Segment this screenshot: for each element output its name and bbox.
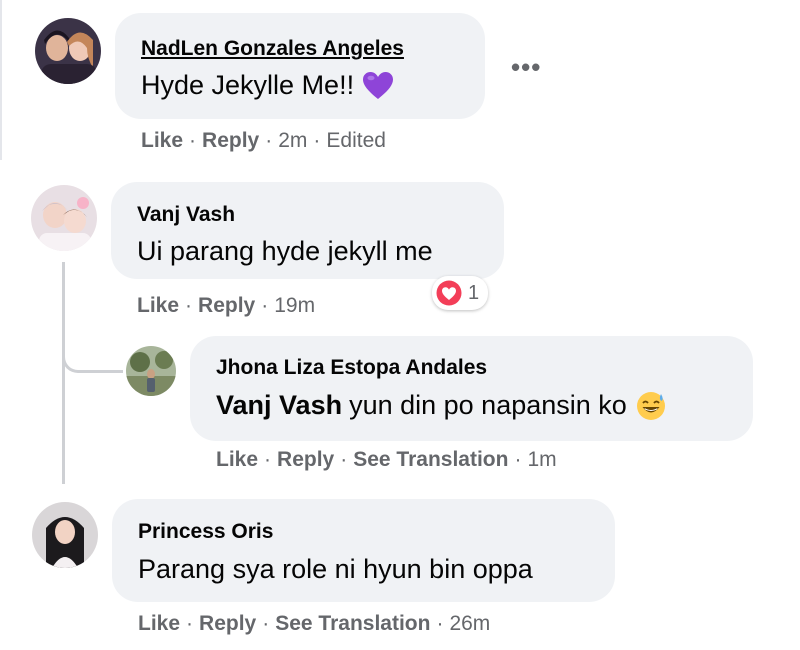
- more-options-button[interactable]: •••: [511, 52, 541, 83]
- reply-button[interactable]: Reply: [202, 129, 259, 153]
- comment-actions: Like · Reply · 2m · Edited: [141, 129, 386, 153]
- separator: ·: [264, 448, 272, 471]
- avatar[interactable]: [32, 502, 98, 568]
- comment-text-content: Hyde Jekylle Me!!: [141, 70, 355, 100]
- avatar[interactable]: [126, 346, 176, 396]
- separator: ·: [262, 612, 270, 635]
- like-button[interactable]: Like: [216, 448, 258, 472]
- grinning-sweat-icon: [636, 391, 666, 421]
- mention-link[interactable]: Vanj Vash: [216, 390, 342, 421]
- timestamp[interactable]: 2m: [278, 129, 307, 153]
- thread-line: [62, 262, 65, 484]
- reaction-count: 1: [468, 281, 480, 304]
- avatar[interactable]: [35, 18, 101, 84]
- separator: ·: [313, 129, 321, 152]
- comment-author[interactable]: Vanj Vash: [137, 203, 235, 227]
- separator: ·: [514, 448, 522, 471]
- separator: ·: [436, 612, 444, 635]
- love-reaction-icon: [436, 280, 462, 306]
- purple-heart-icon: [362, 71, 394, 101]
- timestamp[interactable]: 19m: [274, 294, 315, 318]
- comment-text: Hyde Jekylle Me!!: [141, 70, 394, 101]
- comment-bubble: [115, 13, 485, 119]
- left-edge-line: [0, 0, 2, 160]
- reply-button[interactable]: Reply: [277, 448, 334, 472]
- separator: ·: [261, 294, 269, 317]
- avatar[interactable]: [31, 185, 97, 251]
- timestamp[interactable]: 26m: [449, 612, 490, 636]
- reply-bubble: [190, 336, 753, 441]
- separator: ·: [185, 294, 193, 317]
- like-button[interactable]: Like: [137, 294, 179, 318]
- comment-author[interactable]: Princess Oris: [138, 520, 273, 544]
- see-translation-button[interactable]: See Translation: [275, 612, 430, 636]
- thread-branch: [62, 340, 123, 373]
- like-button[interactable]: Like: [138, 612, 180, 636]
- separator: ·: [265, 129, 273, 152]
- separator: ·: [340, 448, 348, 471]
- see-translation-button[interactable]: See Translation: [353, 448, 508, 472]
- reply-author[interactable]: Jhona Liza Estopa Andales: [216, 356, 487, 380]
- separator: ·: [189, 129, 197, 152]
- reply-text-content: yun din po napansin ko: [349, 390, 627, 420]
- comment-text: Parang sya role ni hyun bin oppa: [138, 554, 533, 584]
- avatar-photo-portrait: [32, 502, 98, 568]
- avatar-photo-outdoor: [126, 346, 176, 396]
- comment-text: Ui parang hyde jekyll me: [137, 236, 433, 266]
- edited-label[interactable]: Edited: [326, 129, 386, 153]
- timestamp[interactable]: 1m: [527, 448, 556, 472]
- separator: ·: [186, 612, 194, 635]
- reply-button[interactable]: Reply: [199, 612, 256, 636]
- avatar-photo-couple: [35, 18, 101, 84]
- comment-actions: Like · Reply · 19m: [137, 294, 315, 318]
- like-button[interactable]: Like: [141, 129, 183, 153]
- reply-text: Vanj Vash yun din po napansin ko: [216, 390, 666, 421]
- avatar-photo-kids: [31, 185, 97, 251]
- reply-button[interactable]: Reply: [198, 294, 255, 318]
- reaction-summary[interactable]: 1: [432, 276, 489, 310]
- comment-actions: Like · Reply · See Translation · 26m: [138, 612, 490, 636]
- comment-bubble: [112, 499, 615, 602]
- comment-author[interactable]: NadLen Gonzales Angeles: [141, 37, 404, 61]
- reply-actions: Like · Reply · See Translation · 1m: [216, 448, 557, 472]
